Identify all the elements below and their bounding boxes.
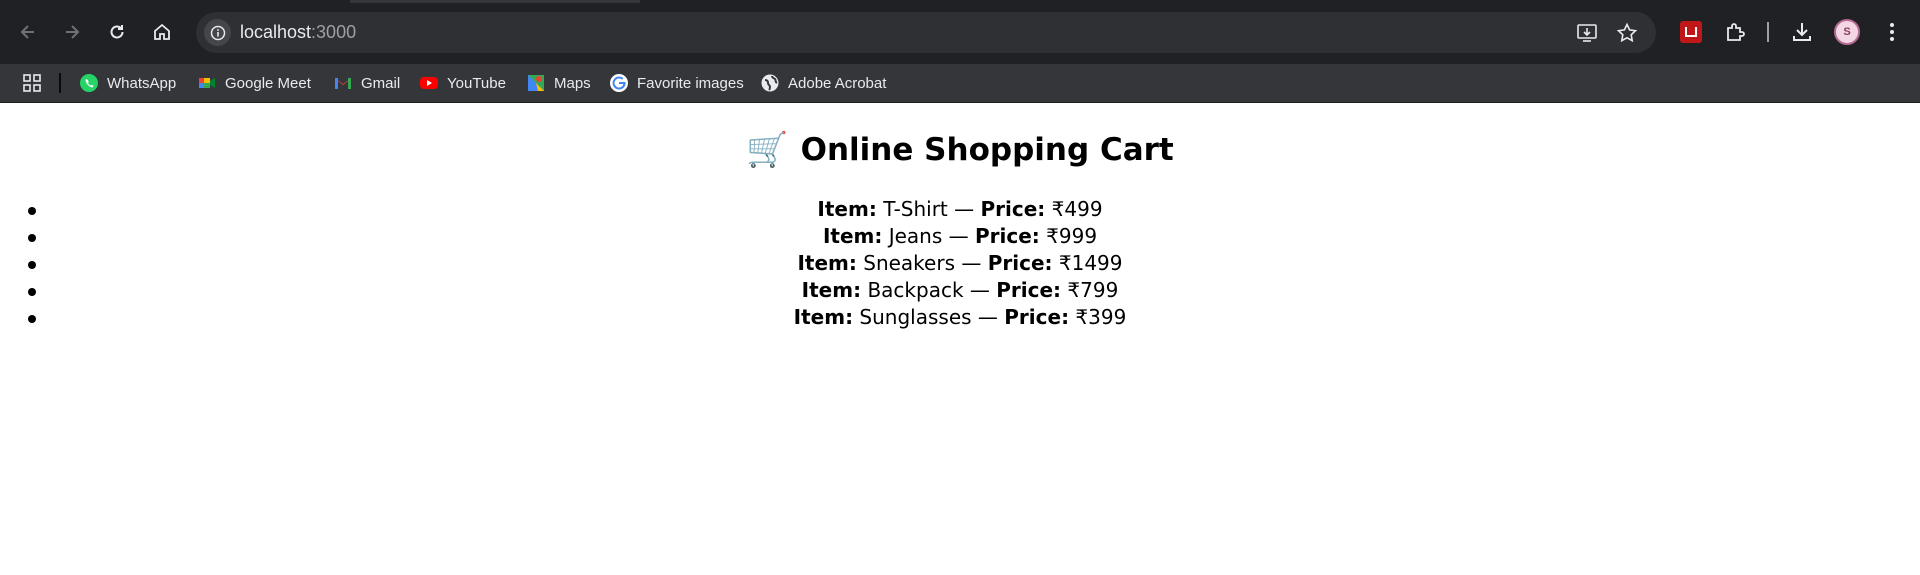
page-title-text: Online Shopping Cart [800, 132, 1174, 168]
item-name: Jeans [888, 224, 943, 248]
reload-icon [110, 25, 124, 39]
globe-icon [760, 73, 780, 93]
bookmark-label: Maps [554, 74, 591, 92]
bookmark-label: Adobe Acrobat [788, 74, 887, 92]
forward-arrow-icon [66, 25, 80, 39]
url-port: :3000 [311, 22, 357, 42]
item-label: Item: [801, 278, 862, 302]
item-price: ₹399 [1075, 305, 1127, 329]
item-name: Backpack [867, 278, 964, 302]
url-text[interactable]: localhost:3000 [240, 22, 356, 43]
item-name: Sneakers [863, 251, 955, 275]
url-host: localhost [240, 22, 312, 42]
mcafee-icon [1680, 21, 1702, 43]
item-label: Item: [817, 197, 877, 221]
cart-item: Item: Sneakers — Price: ₹1499 [0, 250, 1920, 277]
home-icon [154, 23, 170, 40]
apps-grid-icon [23, 74, 41, 92]
downloads-button[interactable] [1789, 19, 1815, 45]
price-label: Price: [974, 224, 1040, 248]
avatar-initial: S [1843, 26, 1851, 38]
cart-item: Item: T-Shirt — Price: ₹499 [0, 196, 1920, 223]
item-separator: — [954, 197, 975, 221]
item-price: ₹999 [1046, 224, 1098, 248]
star-icon [1616, 22, 1638, 43]
bookmark-favorite-images[interactable]: Favorite images [609, 71, 744, 95]
item-label: Item: [793, 305, 854, 329]
install-app-button[interactable] [1576, 22, 1598, 44]
download-icon [1793, 23, 1811, 41]
bookmark-star-button[interactable] [1616, 22, 1638, 44]
bookmark-label: YouTube [447, 74, 506, 92]
address-bar[interactable]: localhost:3000 [196, 12, 1656, 53]
tab-strip-edge [350, 0, 640, 3]
back-arrow-icon [20, 25, 34, 39]
list-bullet [28, 288, 36, 296]
bookmarks-separator [59, 73, 61, 93]
page-content: 🛒 Online Shopping Cart Item: T-Shirt — P… [0, 104, 1920, 575]
reload-button[interactable] [100, 15, 134, 49]
list-bullet [28, 261, 36, 269]
list-bullet [28, 207, 36, 215]
whatsapp-icon [79, 73, 99, 93]
kebab-menu-icon [1890, 23, 1894, 41]
google-meet-icon [197, 73, 217, 93]
item-label: Item: [822, 224, 883, 248]
price-label: Price: [987, 251, 1053, 275]
item-name: Sunglasses [859, 305, 972, 329]
bookmark-adobe-acrobat[interactable]: Adobe Acrobat [760, 71, 886, 95]
avatar: S [1834, 19, 1860, 45]
price-label: Price: [996, 278, 1062, 302]
price-label: Price: [980, 197, 1046, 221]
toolbar-separator [1767, 22, 1769, 42]
list-bullet [28, 234, 36, 242]
maps-icon [526, 73, 546, 93]
item-separator: — [961, 251, 982, 275]
bookmark-youtube[interactable]: YouTube [419, 71, 506, 95]
shopping-cart-icon: 🛒 [746, 130, 789, 170]
install-icon [1577, 24, 1597, 42]
price-label: Price: [1004, 305, 1070, 329]
item-name: T-Shirt [883, 197, 948, 221]
home-button[interactable] [145, 15, 179, 49]
bookmark-maps[interactable]: Maps [526, 71, 591, 95]
bookmark-label: Google Meet [225, 74, 311, 92]
cart-item: Item: Jeans — Price: ₹999 [0, 223, 1920, 250]
list-bullet [28, 315, 36, 323]
back-button[interactable] [11, 15, 45, 49]
item-separator: — [977, 305, 998, 329]
info-icon [210, 25, 225, 40]
cart-item: Item: Sunglasses — Price: ₹399 [0, 304, 1920, 331]
browser-menu-button[interactable] [1879, 19, 1905, 45]
bookmark-google-meet[interactable]: Google Meet [197, 71, 311, 95]
mcafee-extension-button[interactable] [1678, 19, 1704, 45]
bookmarks-bar: WhatsApp Google Meet Gmail YouTube Maps … [0, 64, 1920, 103]
browser-toolbar: localhost:3000 S [0, 0, 1920, 64]
bookmark-label: Gmail [361, 74, 401, 92]
gmail-icon [333, 73, 353, 93]
bookmark-label: WhatsApp [107, 74, 177, 92]
extensions-button[interactable] [1723, 19, 1749, 45]
google-icon [609, 73, 629, 93]
cart-item-list: Item: T-Shirt — Price: ₹499 Item: Jeans … [0, 196, 1920, 331]
site-info-button[interactable] [204, 19, 231, 46]
page-title: 🛒 Online Shopping Cart [0, 130, 1920, 170]
bookmark-gmail[interactable]: Gmail [333, 71, 400, 95]
item-separator: — [948, 224, 969, 248]
bookmark-label: Favorite images [637, 74, 744, 92]
youtube-icon [419, 73, 439, 93]
item-price: ₹1499 [1058, 251, 1123, 275]
item-price: ₹499 [1051, 197, 1103, 221]
profile-button[interactable]: S [1834, 19, 1860, 45]
forward-button[interactable] [55, 15, 89, 49]
bookmark-whatsapp[interactable]: WhatsApp [79, 71, 176, 95]
item-price: ₹799 [1067, 278, 1119, 302]
puzzle-icon [1727, 23, 1745, 41]
apps-button[interactable] [22, 71, 42, 95]
item-separator: — [969, 278, 990, 302]
cart-item: Item: Backpack — Price: ₹799 [0, 277, 1920, 304]
item-label: Item: [797, 251, 857, 275]
